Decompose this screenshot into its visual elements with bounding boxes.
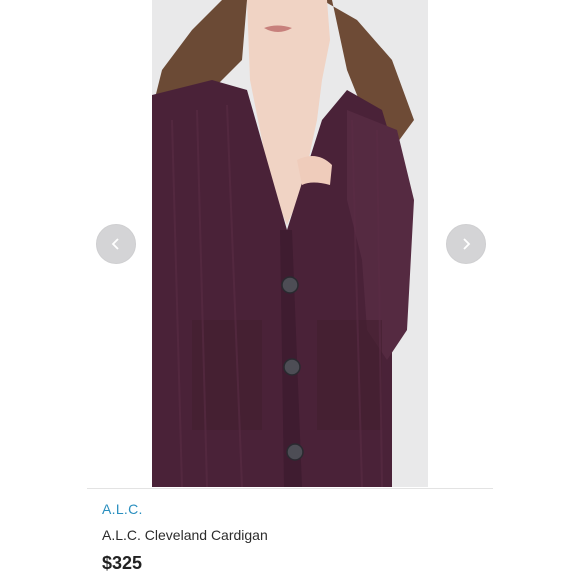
product-title[interactable]: A.L.C. Cleveland Cardigan [102,527,268,543]
carousel-next-button[interactable] [446,224,486,264]
chevron-left-icon [111,238,119,250]
product-price: $325 [102,553,143,573]
product-card: A.L.C. A.L.C. Cleveland Cardigan $325 [0,0,580,580]
product-image[interactable] [152,0,428,487]
divider [87,488,493,489]
carousel-prev-button[interactable] [96,224,136,264]
product-photo [152,0,428,487]
chevron-right-icon [463,238,471,250]
brand-link[interactable]: A.L.C. [102,501,143,517]
